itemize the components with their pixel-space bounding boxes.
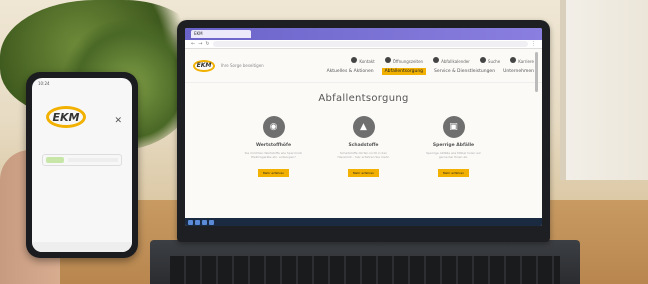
start-icon[interactable]	[188, 219, 193, 225]
chat-icon	[351, 56, 358, 63]
clock-icon	[384, 56, 391, 63]
pin-icon: ◉	[262, 116, 285, 138]
page-scrollbar[interactable]	[535, 52, 538, 92]
truck-icon	[433, 56, 440, 63]
forward-icon[interactable]: →	[198, 41, 202, 47]
search-icon	[479, 56, 486, 63]
card-more-button[interactable]: Mehr erfahren	[437, 169, 470, 177]
menu-icon[interactable]: ⋮	[531, 41, 536, 47]
card-row: ◉ Wertstoffhöfe Sie möchten Wertstoffe w…	[185, 116, 542, 177]
nav-item-news[interactable]: Aktuelles & Aktionen	[327, 69, 374, 74]
phone-clock: 10:24	[38, 80, 50, 86]
sofa-icon: ▣	[442, 116, 465, 138]
phone-status-bar: 10:24	[32, 78, 132, 88]
nav-top-links: Kontakt Öffnungszeiten Abfallkalender Su…	[351, 56, 534, 64]
laptop-screen: EKM ← → ↻ ⋮ EKM Ihre Sorge beseitigen Ko…	[185, 28, 542, 226]
os-taskbar	[185, 218, 542, 226]
phone-search-field[interactable]	[42, 154, 122, 166]
site-header: EKM Ihre Sorge beseitigen Kontakt Öffnun…	[185, 49, 542, 83]
site-tagline: Ihre Sorge beseitigen	[221, 62, 264, 68]
flask-icon: ▲	[352, 116, 375, 138]
phone-chip[interactable]	[46, 157, 64, 163]
page-title: Abfallentsorgung	[318, 93, 409, 104]
browser-tab[interactable]: EKM	[191, 30, 251, 38]
phone-field-text	[68, 158, 118, 162]
card-text: Sperrige Abfälle wie Möbel holen wir ger…	[426, 151, 481, 160]
phone-nav-bar	[32, 242, 132, 252]
nav-label: Kontakt	[359, 58, 375, 64]
nav-item-services[interactable]: Service & Dienstleistungen	[434, 69, 495, 74]
site-nav: Kontakt Öffnungszeiten Abfallkalender Su…	[297, 56, 534, 75]
reload-icon[interactable]: ↻	[205, 41, 209, 47]
card-bulky-waste: ▣ Sperrige Abfälle Sperrige Abfälle wie …	[425, 116, 483, 177]
close-icon[interactable]: ✕	[114, 116, 122, 126]
nav-link-career[interactable]: Karriere	[510, 56, 534, 64]
laptop-lid: EKM ← → ↻ ⋮ EKM Ihre Sorge beseitigen Ko…	[177, 20, 550, 242]
nav-label: Karriere	[518, 58, 534, 64]
taskbar-app-icon[interactable]	[202, 219, 207, 225]
ekm-logo[interactable]: EKM	[193, 59, 215, 72]
browser-tab-strip: EKM	[185, 28, 542, 40]
phone-screen: 10:24 EKM ✕	[32, 78, 132, 252]
card-more-button[interactable]: Mehr erfahren	[347, 169, 380, 177]
smartphone: 10:24 EKM ✕	[26, 72, 138, 258]
taskbar-app-icon[interactable]	[209, 219, 214, 225]
nav-main-links: Aktuelles & Aktionen Abfallentsorgung Se…	[327, 67, 534, 75]
nav-link-contact[interactable]: Kontakt	[351, 56, 375, 64]
background-window	[560, 0, 648, 180]
browser-toolbar: ← → ↻ ⋮	[185, 40, 542, 49]
card-title: Schadstoffe	[348, 143, 379, 148]
nav-link-search[interactable]: Suche	[479, 56, 501, 64]
card-hazardous: ▲ Schadstoffe Schadstoffe dürfen nicht i…	[335, 116, 393, 177]
card-title: Sperrige Abfälle	[432, 143, 475, 148]
nav-link-calendar[interactable]: Abfallkalender	[433, 56, 470, 64]
laptop-keyboard	[170, 256, 560, 284]
card-text: Schadstoffe dürfen nicht in den Hausmüll…	[337, 151, 390, 160]
card-recycling-centers: ◉ Wertstoffhöfe Sie möchten Wertstoffe w…	[245, 116, 303, 177]
nav-item-company[interactable]: Unternehmen	[503, 69, 534, 74]
address-bar[interactable]	[212, 41, 528, 47]
nav-item-waste-disposal[interactable]: Abfallentsorgung	[381, 67, 427, 75]
nav-label: Suche	[487, 58, 501, 64]
briefcase-icon	[510, 56, 517, 63]
back-icon[interactable]: ←	[191, 41, 195, 47]
nav-label: Abfallkalender	[441, 58, 470, 64]
card-title: Wertstoffhöfe	[255, 143, 292, 148]
card-more-button[interactable]: Mehr erfahren	[257, 169, 290, 177]
nav-link-hours[interactable]: Öffnungszeiten	[384, 56, 424, 64]
nav-label: Öffnungszeiten	[392, 58, 424, 64]
card-text: Sie möchten Wertstoffe wie Sperrmüll, El…	[244, 151, 303, 160]
taskbar-app-icon[interactable]	[195, 219, 200, 225]
phone-ekm-logo[interactable]: EKM	[46, 106, 86, 128]
